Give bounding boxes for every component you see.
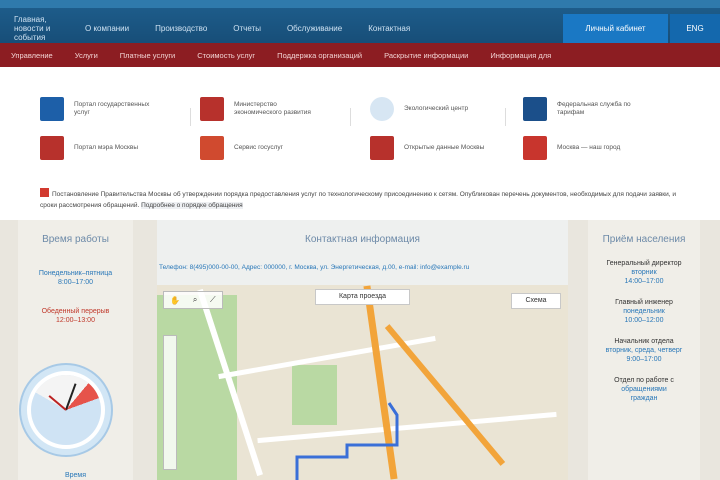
- notice-body: Постановление Правительства Москвы об ут…: [40, 191, 677, 209]
- top-navigation-bar: Главная, новости и события О компании Пр…: [0, 0, 720, 43]
- top-nav-item-about[interactable]: О компании: [72, 24, 142, 34]
- partner-link-ministry[interactable]: Министерство экономического развития: [200, 97, 319, 121]
- working-hours-title: Время работы: [42, 234, 109, 245]
- working-hours-clock-icon: [21, 365, 111, 455]
- reception-item: Отдел по работе с обращениями граждан: [592, 376, 696, 403]
- reception-time: граждан: [630, 395, 658, 402]
- contact-details[interactable]: Телефон: 8(495)000-00-00, Адрес: 000000,…: [159, 264, 567, 271]
- reception-hours-panel: Приём населения Генеральный директор вто…: [588, 220, 700, 480]
- moscow-emblem-icon: [370, 136, 394, 160]
- map-route: [295, 402, 399, 480]
- reception-time: 9:00–17:00: [626, 356, 662, 363]
- map-zoom-slider[interactable]: [163, 335, 177, 470]
- partner-link-open-data[interactable]: Открытые данные Москвы: [370, 136, 489, 160]
- partner-label: Портал государственных услуг: [74, 101, 150, 116]
- lunch-hours: 12:00–13:00: [56, 317, 95, 324]
- map-title: Карта проезда: [315, 289, 410, 305]
- ruler-tool-icon[interactable]: ⟋: [210, 295, 216, 305]
- reception-official: Отдел по работе с: [614, 377, 674, 384]
- weekday-hours: 8:00–17:00: [57, 279, 94, 286]
- reception-official: Генеральный директор: [606, 260, 682, 267]
- top-nav-item-home[interactable]: Главная, новости и события: [0, 15, 72, 42]
- moscow-emblem-icon: [40, 136, 64, 160]
- directions-map[interactable]: ✋ ⌕ ⟋ Карта проезда Схема: [157, 285, 568, 480]
- top-nav-item-service[interactable]: Обслуживание: [274, 24, 355, 34]
- partner-label: Открытые данные Москвы: [404, 144, 485, 151]
- eagle-emblem-icon: [200, 97, 224, 121]
- red-nav-item-disclosure[interactable]: Раскрытие информации: [373, 51, 479, 60]
- zoom-tool-icon[interactable]: ⌕: [193, 295, 197, 305]
- reception-list: Генеральный директор вторник 14:00–17:00…: [588, 259, 700, 403]
- partner-label: Москва — наш город: [557, 144, 621, 151]
- top-nav-item-reports[interactable]: Отчеты: [220, 24, 274, 34]
- contact-info-title: Контактная информация: [305, 234, 420, 245]
- reception-time: 14:00–17:00: [624, 278, 664, 285]
- top-nav: Главная, новости и события О компании Пр…: [0, 14, 423, 43]
- service-emblem-icon: [523, 97, 547, 121]
- partner-link-gosuslugi[interactable]: Портал государственных услуг: [40, 97, 159, 121]
- working-hours-panel: Время работы Понедельник–пятница 8:00–17…: [18, 220, 133, 480]
- weekday-label: Понедельник–пятница: [38, 270, 113, 277]
- reception-title: Приём населения: [602, 234, 686, 245]
- reception-item: Генеральный директор вторник 14:00–17:00: [592, 259, 696, 286]
- notice-link[interactable]: Подробнее о порядке обращения: [141, 202, 243, 209]
- partner-link-our-city[interactable]: Москва — наш город: [523, 136, 642, 160]
- partner-link-ecology[interactable]: Экологический центр: [370, 97, 489, 121]
- map-scheme-button[interactable]: Схема: [511, 293, 561, 309]
- alert-icon: [40, 188, 49, 197]
- partner-label: Портал мэра Москвы: [74, 144, 139, 151]
- lunch-label: Обеденный перерыв: [41, 308, 110, 315]
- coat-of-arms-icon: [40, 97, 64, 121]
- partner-label: Федеральная служба по тарифам: [557, 101, 631, 116]
- top-nav-item-contacts[interactable]: Контактная: [355, 24, 423, 34]
- city-emblem-icon: [523, 136, 547, 160]
- partner-link-services[interactable]: Сервис госуслуг: [200, 136, 319, 160]
- hand-tool-icon[interactable]: ✋: [170, 296, 180, 305]
- red-nav-item-services[interactable]: Услуги: [64, 51, 109, 60]
- top-right-actions: Личный кабинет ENG: [563, 14, 720, 43]
- partner-label: Экологический центр: [404, 105, 469, 112]
- reception-time: 10:00–12:00: [624, 317, 664, 324]
- red-nav-item-prices[interactable]: Стоимость услуг: [186, 51, 266, 60]
- red-nav-item-paid-services[interactable]: Платные услуги: [109, 51, 186, 60]
- globe-icon: [370, 97, 394, 121]
- service-logo-icon: [200, 136, 224, 160]
- partner-link-mayor[interactable]: Портал мэра Москвы: [40, 136, 159, 160]
- partner-label: Сервис госуслуг: [234, 144, 283, 151]
- partner-label: Министерство экономического развития: [234, 101, 311, 116]
- partner-link-tariff[interactable]: Федеральная служба по тарифам: [523, 97, 642, 121]
- partner-divider: [350, 108, 351, 126]
- reception-day: понедельник: [623, 308, 665, 315]
- reception-official: Главный инженер: [615, 299, 673, 306]
- secondary-navigation-bar: Управление Услуги Платные услуги Стоимос…: [0, 43, 720, 67]
- top-stripe: [0, 0, 720, 8]
- language-switch-button[interactable]: ENG: [670, 14, 720, 43]
- red-nav-item-support[interactable]: Поддержка организаций: [266, 51, 373, 60]
- personal-account-button[interactable]: Личный кабинет: [563, 14, 668, 43]
- red-nav-item-management[interactable]: Управление: [0, 51, 64, 60]
- red-nav-item-info[interactable]: Информация для: [479, 51, 562, 60]
- notice-text: Постановление Правительства Москвы об ут…: [40, 188, 680, 211]
- partner-divider: [190, 108, 191, 126]
- reception-day: вторник: [631, 269, 657, 276]
- top-nav-item-production[interactable]: Производство: [142, 24, 220, 34]
- partner-divider: [505, 108, 506, 126]
- contact-info-panel: Контактная информация Телефон: 8(495)000…: [157, 220, 568, 480]
- reception-official: Начальник отдела: [614, 338, 674, 345]
- reception-item: Начальник отдела вторник, среда, четверг…: [592, 337, 696, 364]
- clock-caption: Время: [64, 472, 87, 479]
- reception-item: Главный инженер понедельник 10:00–12:00: [592, 298, 696, 325]
- reception-day: обращениями: [621, 386, 667, 393]
- reception-day: вторник, среда, четверг: [605, 347, 683, 354]
- map-toolbar: ✋ ⌕ ⟋: [163, 291, 223, 309]
